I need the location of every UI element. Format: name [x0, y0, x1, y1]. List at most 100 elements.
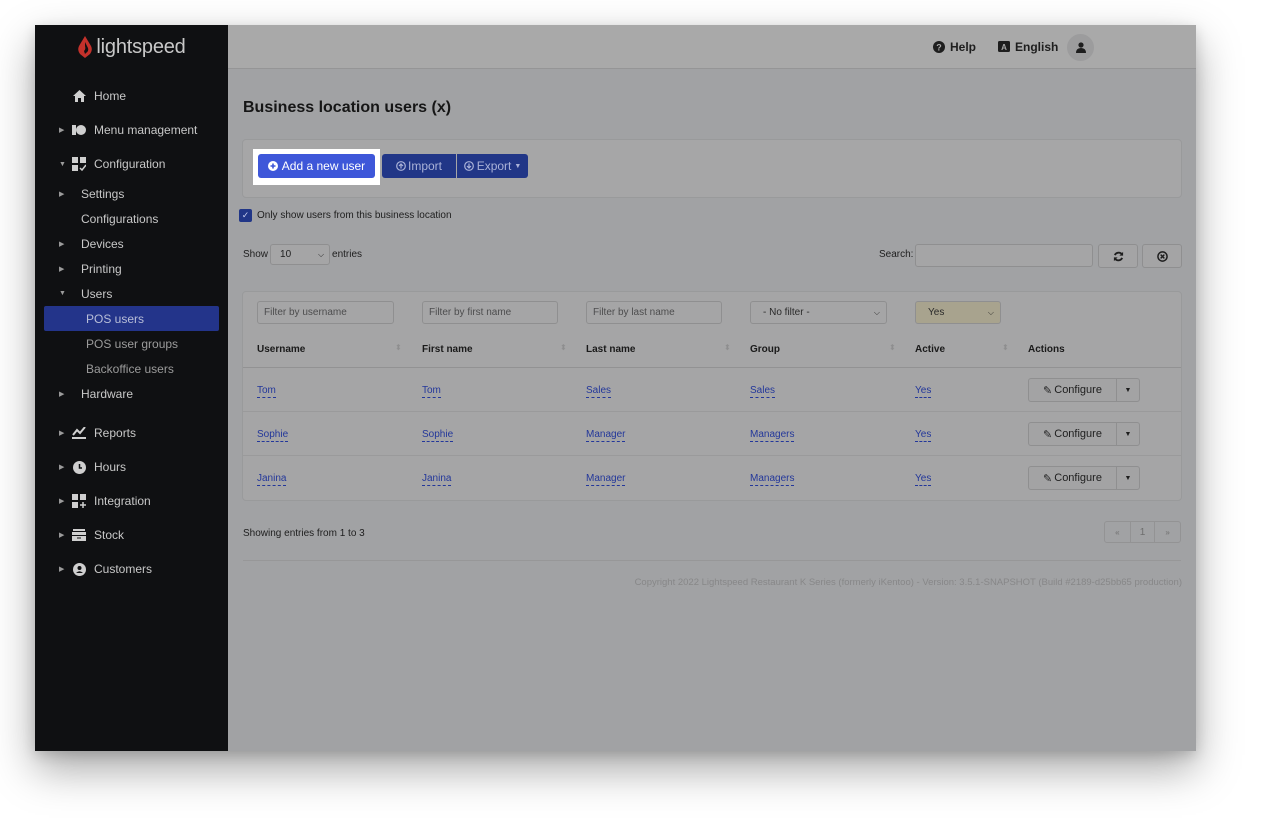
entries-per-page-select[interactable]: 10 ⌵ — [270, 244, 331, 265]
configure-split-button: ✎ Configure ▼ — [1028, 466, 1140, 490]
column-header-last-name[interactable]: Last name — [586, 344, 635, 355]
import-label: Import — [407, 159, 442, 173]
sidebar-item-devices[interactable]: ▶ Devices — [35, 231, 228, 256]
sidebar-item-label: Configuration — [94, 157, 166, 171]
page-length-control: Show 10 ⌵ entries — [243, 244, 362, 265]
filter-last-name-input[interactable]: Filter by last name — [586, 301, 722, 324]
page-1-button[interactable]: 1 — [1129, 522, 1156, 542]
sidebar-item-pos-user-groups[interactable]: POS user groups — [35, 331, 228, 356]
search-input[interactable] — [915, 244, 1093, 267]
column-header-active[interactable]: Active — [915, 344, 945, 355]
sidebar-item-hours[interactable]: ▶ Hours — [35, 450, 228, 484]
entries-value: 10 — [280, 249, 292, 260]
home-icon — [71, 88, 87, 104]
only-show-checkbox[interactable]: ✓ — [239, 209, 252, 222]
cell-first-name[interactable]: Sophie — [422, 429, 454, 442]
sidebar-item-label: Configurations — [81, 211, 159, 226]
sort-icon[interactable]: ⬍ — [560, 343, 567, 352]
cell-first-name[interactable]: Janina — [422, 473, 452, 486]
only-show-location-toggle[interactable]: ✓ Only show users from this business loc… — [239, 209, 452, 222]
help-label: Help — [950, 40, 977, 54]
sidebar-item-hardware[interactable]: ▶ Hardware — [35, 381, 228, 406]
configure-button[interactable]: ✎ Configure — [1029, 423, 1117, 445]
sidebar-item-integration[interactable]: ▶ Integration — [35, 484, 228, 518]
integration-icon — [71, 493, 87, 509]
configure-dropdown-toggle[interactable]: ▼ — [1117, 467, 1139, 489]
cell-last-name[interactable]: Manager — [586, 473, 626, 486]
sort-icon[interactable]: ⬍ — [889, 343, 896, 352]
language-selector[interactable]: A English — [998, 25, 1058, 69]
add-user-label: Add a new user — [281, 159, 366, 173]
sidebar-item-pos-users[interactable]: POS users — [44, 306, 219, 331]
configure-button[interactable]: ✎ Configure — [1029, 379, 1117, 401]
top-bar: ? Help A English — [228, 25, 1196, 69]
brand-name: lightspeed — [96, 35, 186, 58]
download-circle-icon — [463, 161, 474, 171]
export-dropdown-button[interactable]: Export ▼ — [457, 154, 528, 178]
search-label: Search: — [879, 249, 914, 260]
column-header-first-name[interactable]: First name — [422, 344, 473, 355]
sidebar-item-customers[interactable]: ▶ Customers — [35, 552, 228, 586]
sidebar-item-home[interactable]: Home — [35, 79, 228, 113]
clear-filters-button[interactable] — [1142, 244, 1182, 268]
row-divider — [243, 411, 1181, 412]
cell-group[interactable]: Managers — [750, 473, 795, 486]
previous-page-button[interactable]: « — [1105, 522, 1130, 542]
sidebar-item-stock[interactable]: ▶ Stock — [35, 518, 228, 552]
cell-username[interactable]: Janina — [257, 473, 287, 486]
sort-icon[interactable]: ⬍ — [395, 343, 402, 352]
configuration-icon — [71, 156, 87, 172]
column-header-username[interactable]: Username — [257, 344, 305, 355]
cell-group[interactable]: Managers — [750, 429, 795, 442]
sidebar-item-backoffice-users[interactable]: Backoffice users — [35, 356, 228, 381]
logo[interactable]: lightspeed — [35, 25, 228, 69]
sidebar-item-label: Printing — [81, 261, 122, 276]
configure-dropdown-toggle[interactable]: ▼ — [1117, 379, 1139, 401]
copyright-text: Copyright 2022 Lightspeed Restaurant K S… — [634, 577, 1182, 588]
sidebar-item-settings[interactable]: ▶ Settings — [35, 181, 228, 206]
show-label: Show — [243, 249, 269, 260]
cell-active[interactable]: Yes — [915, 385, 932, 398]
cell-username[interactable]: Sophie — [257, 429, 289, 442]
filter-first-name-input[interactable]: Filter by first name — [422, 301, 558, 324]
sidebar-item-configuration[interactable]: ▼ Configuration — [35, 147, 228, 181]
sidebar-item-printing[interactable]: ▶ Printing — [35, 256, 228, 281]
close-circle-icon — [1156, 250, 1168, 262]
caret-right-icon: ▶ — [59, 430, 65, 437]
menu-management-icon — [71, 122, 87, 138]
sidebar-item-reports[interactable]: ▶ Reports — [35, 416, 228, 450]
cell-last-name[interactable]: Manager — [586, 429, 626, 442]
sidebar-item-configurations[interactable]: Configurations — [35, 206, 228, 231]
column-header-group[interactable]: Group — [750, 344, 780, 355]
add-user-button[interactable]: Add a new user — [258, 154, 375, 178]
clock-icon — [71, 459, 87, 475]
cell-active[interactable]: Yes — [915, 429, 932, 442]
user-menu-button[interactable] — [1067, 34, 1094, 61]
help-button[interactable]: ? Help — [933, 25, 976, 69]
filter-active-select[interactable]: Yes ⌵ — [915, 301, 1001, 324]
upload-circle-icon — [396, 161, 406, 171]
configure-dropdown-toggle[interactable]: ▼ — [1117, 423, 1139, 445]
caret-down-icon: ▼ — [1124, 474, 1132, 482]
sidebar-item-users[interactable]: ▼ Users — [35, 281, 228, 306]
sort-icon[interactable]: ⬍ — [1002, 343, 1009, 352]
import-button[interactable]: Import — [382, 154, 456, 178]
caret-down-icon: ▼ — [1124, 430, 1132, 438]
refresh-button[interactable] — [1098, 244, 1138, 268]
cell-active[interactable]: Yes — [915, 473, 932, 486]
main-content: ? Help A English Business location users… — [228, 25, 1196, 751]
cell-username[interactable]: Tom — [257, 385, 276, 398]
sidebar-item-menu-management[interactable]: ▶ Menu management — [35, 113, 228, 147]
cell-group[interactable]: Sales — [750, 385, 776, 398]
filter-group-select[interactable]: - No filter - ⌵ — [750, 301, 887, 324]
cell-last-name[interactable]: Sales — [586, 385, 612, 398]
filter-active-value: Yes — [928, 307, 945, 318]
next-page-button[interactable]: » — [1155, 522, 1180, 542]
sort-icon[interactable]: ⬍ — [724, 343, 731, 352]
cell-first-name[interactable]: Tom — [422, 385, 441, 398]
edit-icon: ✎ — [1043, 384, 1053, 397]
filter-username-input[interactable]: Filter by username — [257, 301, 394, 324]
configure-button[interactable]: ✎ Configure — [1029, 467, 1117, 489]
sidebar-item-label: Users — [81, 286, 113, 301]
